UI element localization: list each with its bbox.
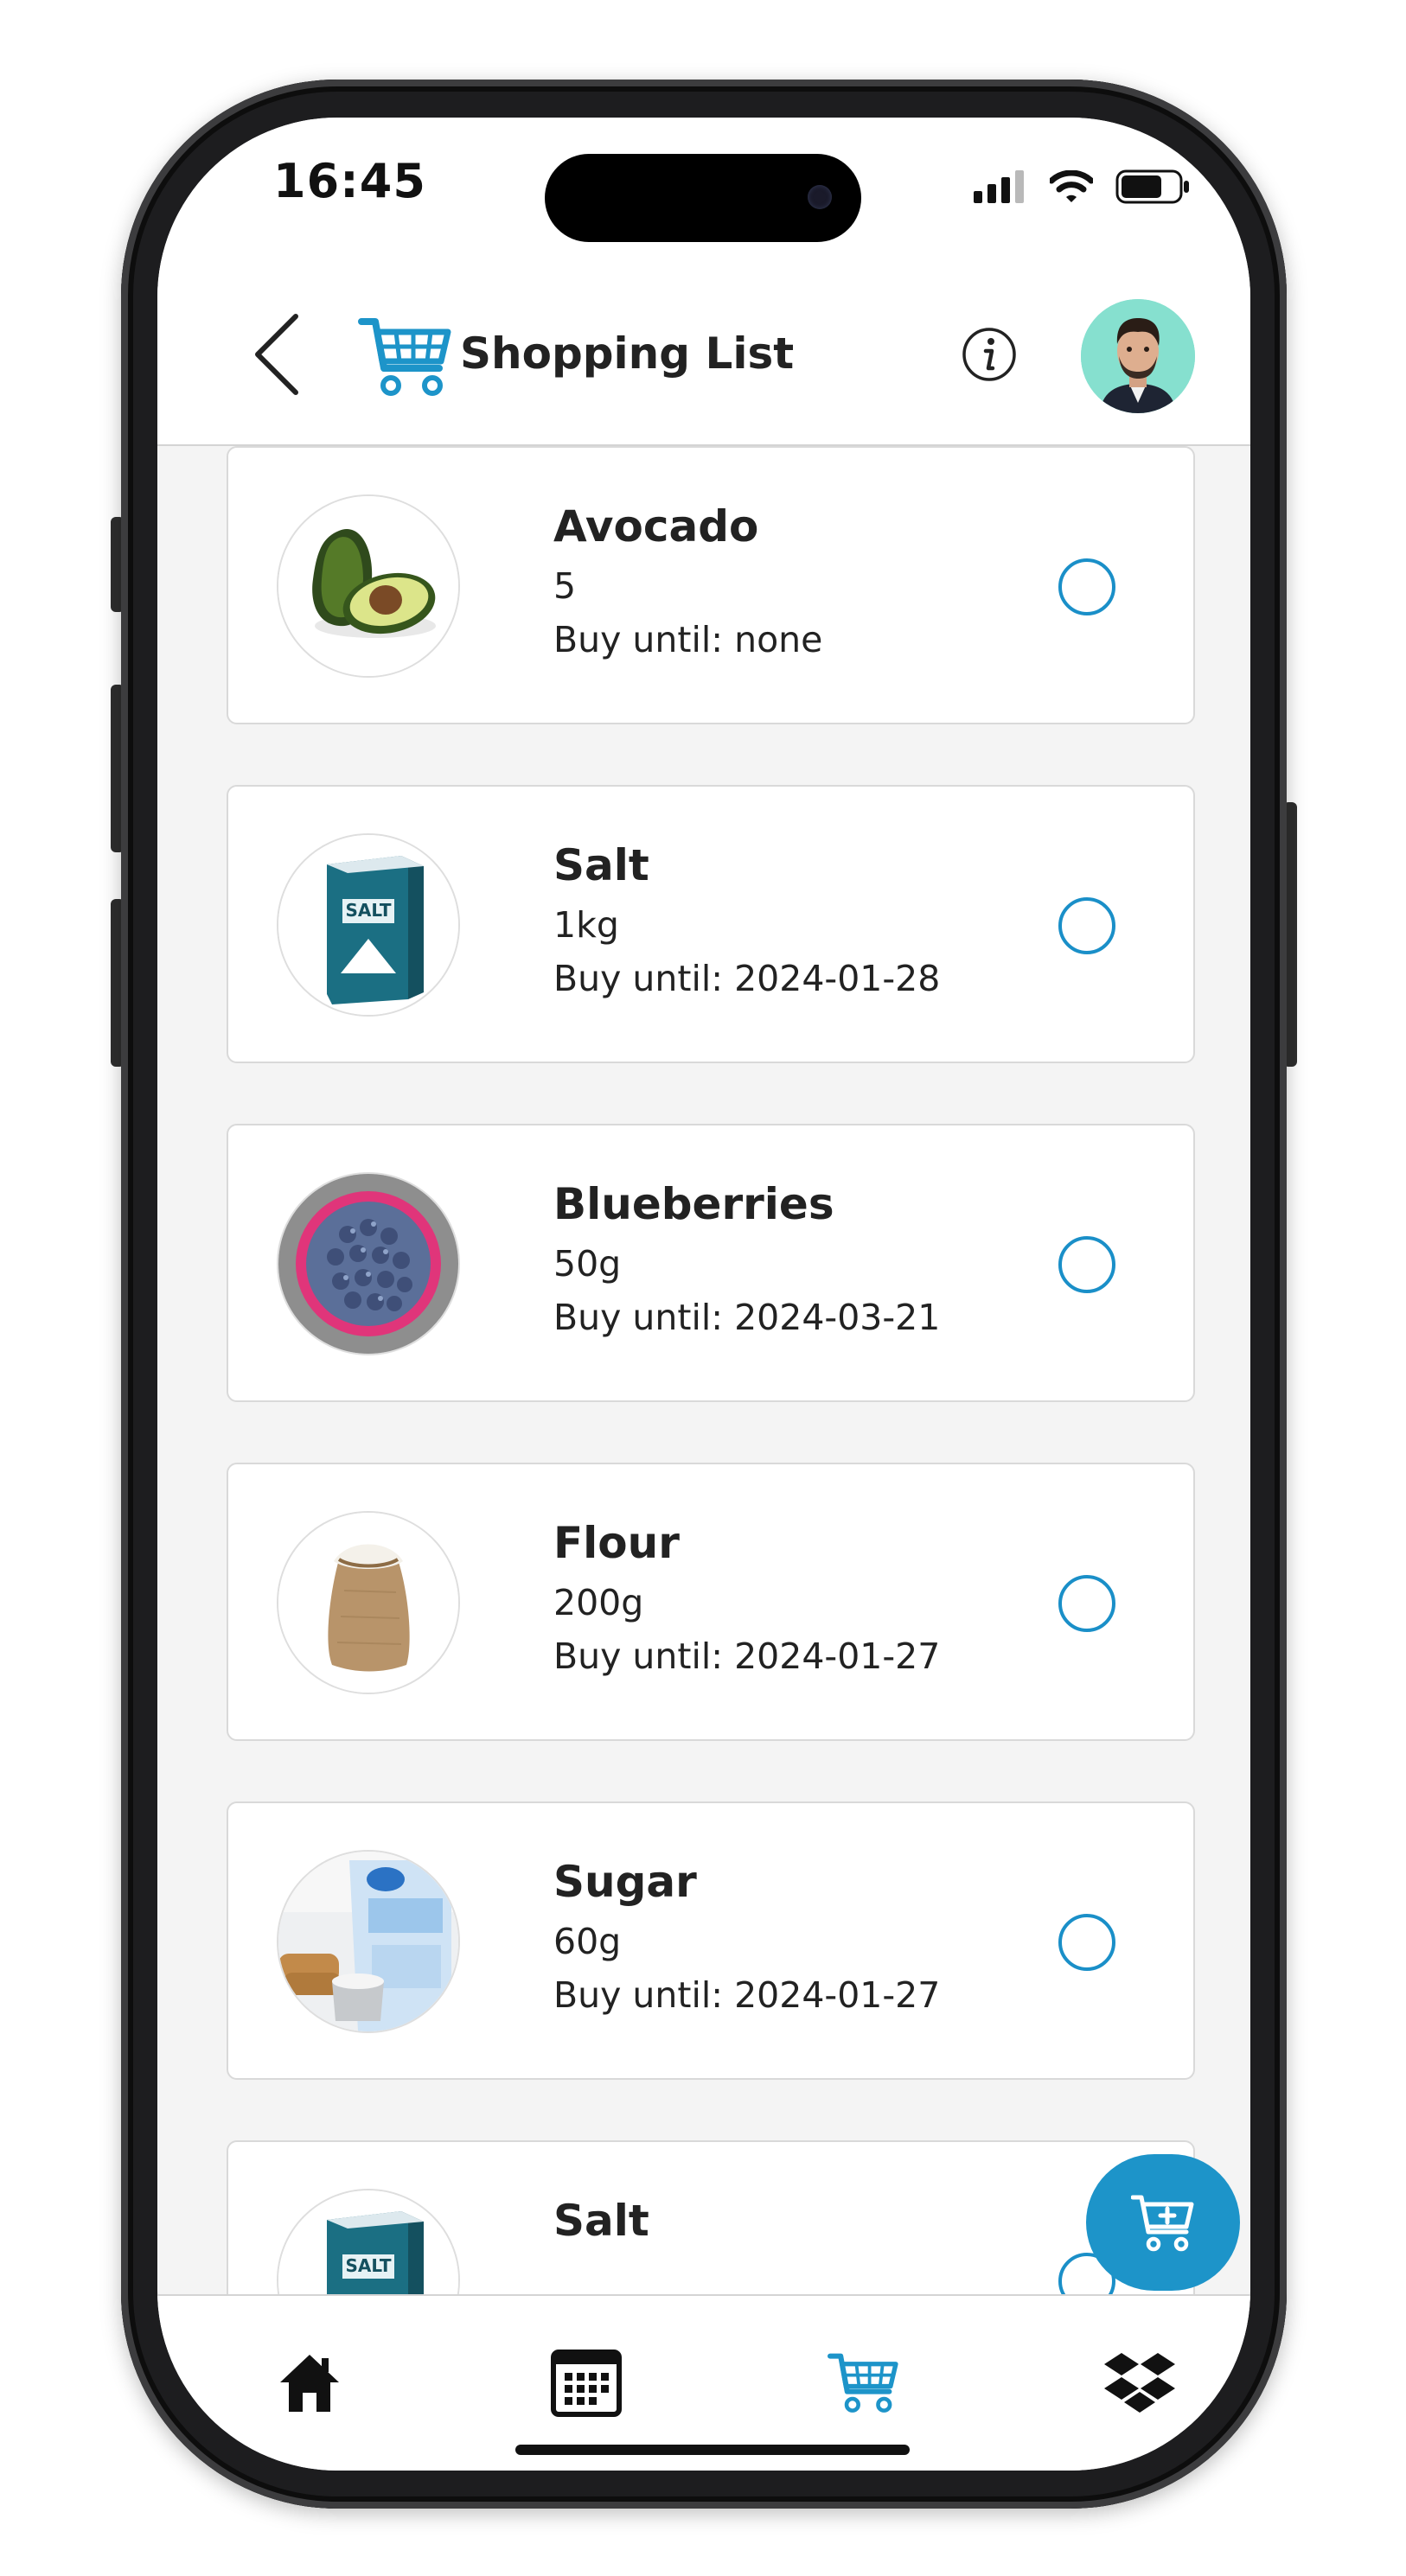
item-quantity: 1kg	[553, 904, 619, 946]
dynamic-island	[545, 154, 861, 242]
item-name: Blueberries	[553, 1179, 834, 1229]
item-checkbox[interactable]	[1058, 897, 1115, 954]
item-name: Flour	[553, 1518, 680, 1568]
item-quantity: 50g	[553, 1243, 622, 1285]
list-item[interactable]: Avocado 5 Buy until: none	[227, 446, 1195, 724]
item-checkbox[interactable]	[1058, 1236, 1115, 1293]
item-buy-until: Buy until: 2024-01-27	[553, 1636, 941, 1677]
nav-calendar[interactable]	[543, 2339, 630, 2426]
home-icon	[280, 2355, 339, 2412]
list-item[interactable]: Sugar 60g Buy until: 2024-01-27	[227, 1801, 1195, 2080]
status-icons	[974, 169, 1190, 204]
item-name: Salt	[553, 840, 649, 890]
item-quantity: 5	[553, 565, 577, 607]
item-buy-until: Buy until: 2024-01-28	[553, 958, 941, 999]
dropbox-icon	[1104, 2353, 1175, 2413]
add-to-cart-icon	[1131, 2195, 1194, 2252]
info-icon[interactable]	[962, 327, 1017, 382]
front-camera	[808, 185, 832, 209]
blueberries-bowl-image	[278, 1174, 458, 1354]
salt-box-image: SALT	[278, 835, 458, 1015]
list-item[interactable]: SALT Salt 1kg Buy until: 2024-01-28	[227, 785, 1195, 1063]
back-arrow-icon[interactable]	[251, 311, 303, 398]
phone-screen: 16:45 Shopping List Avocado 5 Buy until:…	[157, 118, 1250, 2471]
home-indicator[interactable]	[515, 2445, 910, 2455]
sugar-bag-image	[278, 1852, 458, 2031]
item-buy-until: Buy until: 2024-03-21	[553, 1297, 941, 1338]
page-title: Shopping List	[460, 328, 795, 379]
item-name: Avocado	[553, 501, 759, 552]
nav-shopping-list[interactable]	[820, 2339, 906, 2426]
item-checkbox[interactable]	[1058, 558, 1115, 615]
item-quantity: 60g	[553, 1921, 622, 1962]
status-time: 16:45	[273, 154, 426, 208]
calendar-icon	[551, 2350, 622, 2417]
item-name: Salt	[553, 2196, 649, 2246]
shopping-list: Avocado 5 Buy until: none SALT Salt 1kg …	[157, 446, 1250, 2408]
list-item[interactable]: Blueberries 50g Buy until: 2024-03-21	[227, 1124, 1195, 1402]
item-image	[277, 1172, 460, 1355]
battery-icon	[1115, 169, 1189, 204]
svg-text:SALT: SALT	[346, 900, 392, 921]
item-image	[277, 1511, 460, 1694]
item-quantity: 200g	[553, 1582, 644, 1623]
avocado-image	[278, 496, 458, 676]
app-header: Shopping List	[157, 265, 1250, 446]
item-buy-until: Buy until: 2024-01-27	[553, 1974, 941, 2016]
add-to-cart-button[interactable]	[1086, 2154, 1240, 2291]
shopping-cart-logo-icon	[358, 318, 451, 396]
flour-sack-image	[278, 1513, 458, 1693]
svg-text:SALT: SALT	[346, 2255, 392, 2276]
cart-icon	[828, 2353, 898, 2413]
item-image	[277, 1850, 460, 2033]
list-item[interactable]: Flour 200g Buy until: 2024-01-27	[227, 1463, 1195, 1741]
cellular-signal-icon	[974, 170, 1024, 203]
item-image: SALT	[277, 833, 460, 1017]
wifi-icon	[1050, 170, 1093, 202]
user-avatar[interactable]	[1081, 299, 1195, 413]
status-bar: 16:45	[157, 118, 1250, 265]
nav-dropbox[interactable]	[1096, 2339, 1183, 2426]
item-checkbox[interactable]	[1058, 1575, 1115, 1632]
item-image	[277, 494, 460, 678]
item-buy-until: Buy until: none	[553, 619, 823, 660]
nav-home[interactable]	[266, 2339, 353, 2426]
item-checkbox[interactable]	[1058, 1914, 1115, 1971]
user-portrait-icon	[1081, 299, 1195, 413]
item-name: Sugar	[553, 1857, 697, 1907]
